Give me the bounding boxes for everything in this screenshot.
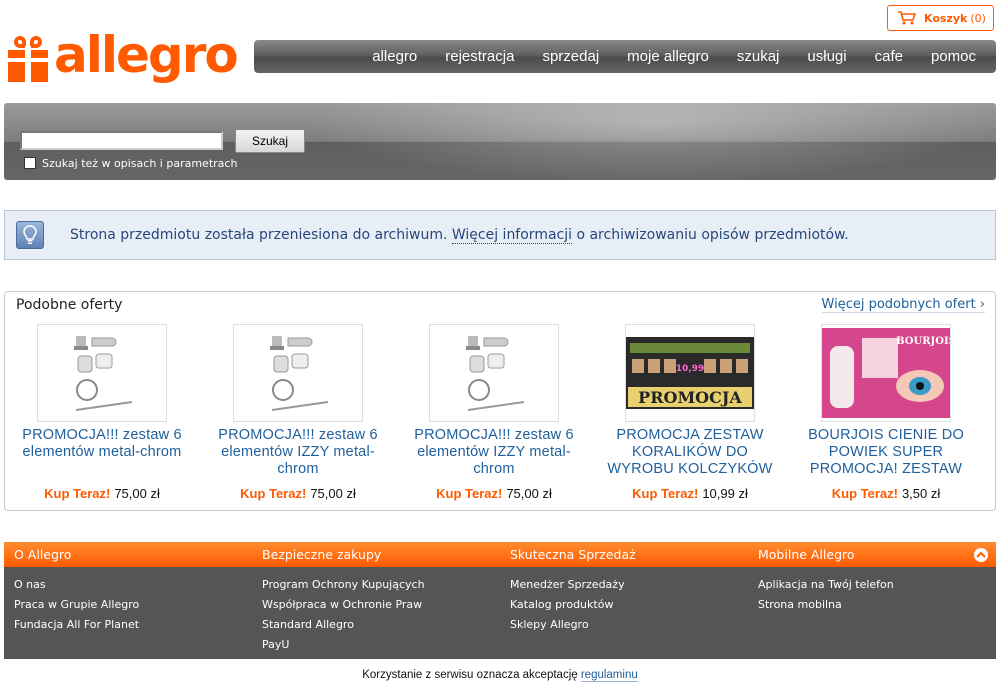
nav-item-cafe[interactable]: cafe [875,48,903,65]
offer-title-link[interactable]: PROMOCJA!!! zestaw 6 elementów metal-chr… [9,427,195,479]
footer-column: Program Ochrony Kupujących Współpraca w … [252,575,500,655]
search-panel: Szukaj Szukaj też w opisach i parametrac… [4,103,996,180]
offer-card[interactable]: 10,99 PROMOCJA PROMOCJA ZESTAW KORALIKÓW… [597,324,783,501]
footer-link-menedzer-sprzedazy[interactable]: Menedżer Sprzedaży [510,575,748,595]
buy-now-label: Kup Teraz! [831,486,898,501]
similar-offers-panel: Podobne oferty Więcej podobnych ofert › … [4,291,996,511]
offer-title-link[interactable]: PROMOCJA ZESTAW KORALIKÓW DO WYROBU KOLC… [597,427,783,479]
nav-item-uslugi[interactable]: usługi [807,48,846,65]
footer-link-aplikacja[interactable]: Aplikacja na Twój telefon [758,575,996,595]
footer-heading-skuteczna-sprzedaz: Skuteczna Sprzedaż [510,547,636,562]
archive-info-banner: Strona przedmiotu została przeniesiona d… [4,210,996,260]
footer-link-payu[interactable]: PayU [262,635,500,655]
offer-thumbnail[interactable] [37,324,167,422]
main-nav: allegro rejestracja sprzedaj moje allegr… [254,40,996,73]
offer-thumbnail[interactable]: BOURJOIS [821,324,951,422]
search-descriptions-checkbox[interactable] [24,157,36,169]
footer-column: O nas Praca w Grupie Allegro Fundacja Al… [4,575,252,655]
cart-icon [898,11,916,25]
price-amount: 75,00 zł [114,486,160,501]
lightbulb-icon [16,221,44,249]
offer-title-link[interactable]: BOURJOIS CIENIE DO POWIEK SUPER PROMOCJA… [793,427,979,479]
price-amount: 75,00 zł [506,486,552,501]
nav-item-allegro[interactable]: allegro [372,48,417,65]
footer-link-strona-mobilna[interactable]: Strona mobilna [758,595,996,615]
offer-card[interactable]: BOURJOIS BOURJOIS CIENIE DO POWIEK SUPER… [793,324,979,501]
footer-link-ochrona-kupujacych[interactable]: Program Ochrony Kupujących [262,575,500,595]
footer-heading-bezpieczne-zakupy: Bezpieczne zakupy [262,547,382,562]
footer-link-fundacja[interactable]: Fundacja All For Planet [14,615,252,635]
search-button[interactable]: Szukaj [235,129,305,153]
offer-title-link[interactable]: PROMOCJA!!! zestaw 6 elementów IZZY meta… [401,427,587,479]
bathroom-set-image [270,336,329,411]
footer-link-ochrona-praw[interactable]: Współpraca w Ochronie Praw [262,595,500,615]
legal-text: Korzystanie z serwisu oznacza akceptację [362,669,581,681]
gift-icon [8,36,48,82]
footer-heading-mobilne-allegro: Mobilne Allegro [758,547,855,562]
nav-item-sprzedaj[interactable]: sprzedaj [542,48,599,65]
similar-offers-title: Podobne oferty [16,297,123,313]
cart-button[interactable]: Koszyk (0) [887,5,994,31]
footer-column: Aplikacja na Twój telefon Strona mobilna [748,575,996,655]
footer-link-o-nas[interactable]: O nas [14,575,252,595]
search-descriptions-label: Szukaj też w opisach i parametrach [42,157,238,170]
offer-card[interactable]: PROMOCJA!!! zestaw 6 elementów metal-chr… [9,324,195,501]
archive-info-text: Strona przedmiotu została przeniesiona d… [70,227,849,244]
search-input[interactable] [20,131,223,150]
footer-header: O Allegro Bezpieczne zakupy Skuteczna Sp… [4,542,996,567]
buy-now-label: Kup Teraz! [632,486,699,501]
footer-link-standard-allegro[interactable]: Standard Allegro [262,615,500,635]
offer-thumbnail[interactable] [233,324,363,422]
logo-text: allegro [54,26,239,84]
beads-promo-image: 10,99 PROMOCJA [626,337,754,409]
offer-title-link[interactable]: PROMOCJA!!! zestaw 6 elementów IZZY meta… [205,427,391,479]
footer-column: Menedżer Sprzedaży Katalog produktów Skl… [500,575,748,655]
buy-now-label: Kup Teraz! [44,486,111,501]
offer-price: Kup Teraz! 75,00 zł [205,486,391,501]
nav-item-szukaj[interactable]: szukaj [737,48,780,65]
footer: O Allegro Bezpieczne zakupy Skuteczna Sp… [4,542,996,659]
offer-thumbnail[interactable] [429,324,559,422]
nav-item-moje-allegro[interactable]: moje allegro [627,48,709,65]
footer-links: O nas Praca w Grupie Allegro Fundacja Al… [4,567,996,655]
chevron-up-icon[interactable] [974,548,988,562]
bathroom-set-image [466,336,525,411]
archive-info-text-before: Strona przedmiotu została przeniesiona d… [70,227,452,243]
offer-card[interactable]: PROMOCJA!!! zestaw 6 elementów IZZY meta… [401,324,587,501]
more-similar-offers-link[interactable]: Więcej podobnych ofert › [821,297,985,313]
footer-link-praca[interactable]: Praca w Grupie Allegro [14,595,252,615]
buy-now-label: Kup Teraz! [240,486,307,501]
terms-link[interactable]: regulaminu [580,669,638,682]
image-brand-text: BOURJOIS [896,336,950,347]
price-amount: 10,99 zł [702,486,748,501]
offer-price: Kup Teraz! 10,99 zł [597,486,783,501]
archive-info-text-after: o archiwizowaniu opisów przedmiotów. [572,227,849,243]
offer-price: Kup Teraz! 75,00 zł [401,486,587,501]
offer-thumbnail[interactable]: 10,99 PROMOCJA [625,324,755,422]
price-amount: 3,50 zł [901,486,941,501]
price-amount: 75,00 zł [310,486,356,501]
allegro-logo[interactable]: allegro [8,26,239,88]
legal-notice: Korzystanie z serwisu oznacza akceptację… [0,669,1000,682]
footer-link-katalog-produktow[interactable]: Katalog produktów [510,595,748,615]
nav-item-pomoc[interactable]: pomoc [931,48,976,65]
bathroom-set-image [74,336,133,411]
offer-price: Kup Teraz! 75,00 zł [9,486,195,501]
cart-count: (0) [970,11,986,25]
more-info-link[interactable]: Więcej informacji [451,227,573,244]
footer-heading-o-allegro: O Allegro [14,547,72,562]
search-panel-sheen [304,103,996,180]
footer-link-sklepy-allegro[interactable]: Sklepy Allegro [510,615,748,635]
offer-price: Kup Teraz! 3,50 zł [793,486,979,501]
cart-label: Koszyk [924,11,968,25]
image-promo-text: PROMOCJA [638,388,742,407]
bourjois-promo-image: BOURJOIS [822,328,950,418]
image-price: 10,99 [676,364,704,374]
offer-card[interactable]: PROMOCJA!!! zestaw 6 elementów IZZY meta… [205,324,391,501]
buy-now-label: Kup Teraz! [436,486,503,501]
nav-item-rejestracja[interactable]: rejestracja [445,48,514,65]
